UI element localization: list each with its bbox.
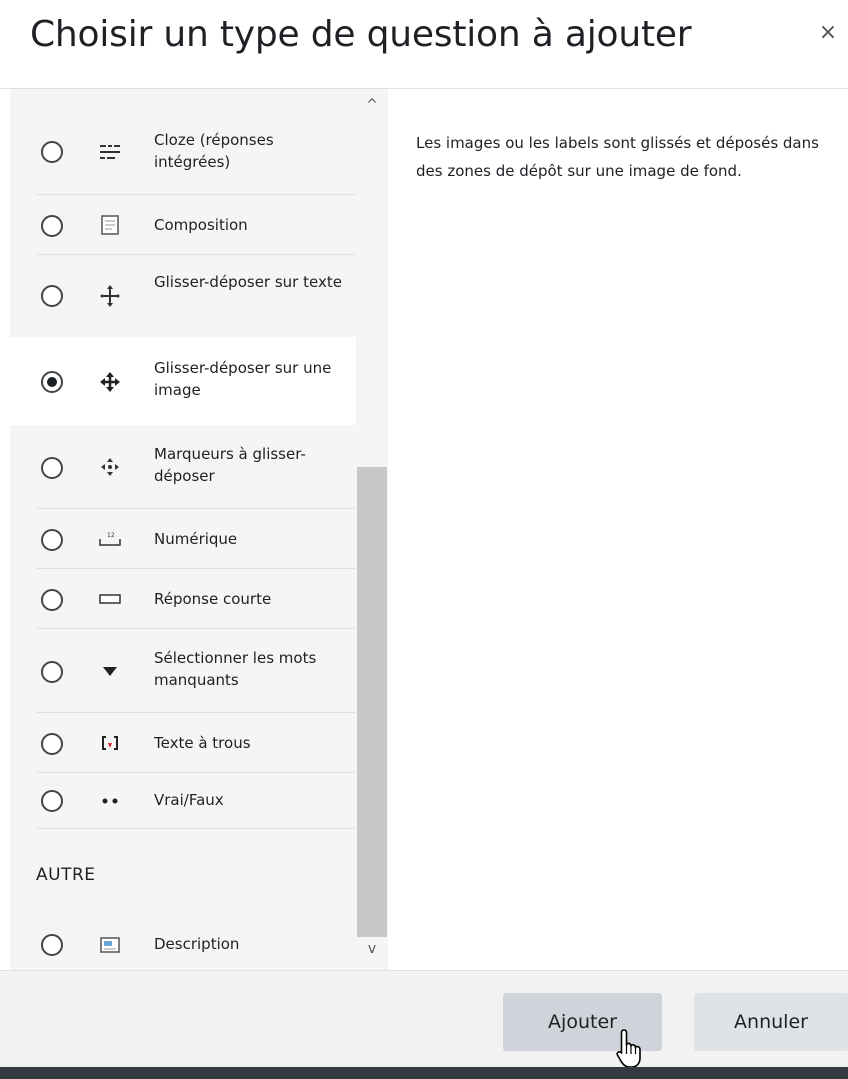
- option-label: Composition: [154, 216, 248, 234]
- radio-drag-image[interactable]: [41, 371, 63, 393]
- description-icon: [98, 933, 122, 957]
- radio-true-false[interactable]: [41, 790, 63, 812]
- scroll-up-arrow-icon[interactable]: ^: [356, 97, 388, 117]
- page-bottom-bar: [0, 1067, 848, 1079]
- option-label: Description: [154, 935, 240, 953]
- scroll-thumb[interactable]: [357, 467, 387, 937]
- radio-drag-text[interactable]: [41, 285, 63, 307]
- cloze-icon: [98, 140, 122, 164]
- option-label: Numérique: [154, 530, 238, 548]
- option-label: Glisser-déposer sur une image: [154, 359, 332, 399]
- close-button[interactable]: ×: [812, 18, 844, 48]
- option-label: Marqueurs à glisser-déposer: [154, 445, 306, 485]
- separator: [36, 828, 356, 829]
- option-composition[interactable]: Composition: [10, 195, 356, 255]
- radio-cloze[interactable]: [41, 141, 63, 163]
- short-answer-icon: [98, 587, 122, 611]
- cancel-button[interactable]: Annuler: [694, 993, 848, 1051]
- radio-drag-markers[interactable]: [41, 457, 63, 479]
- scroll-down-arrow-icon[interactable]: v: [356, 941, 388, 961]
- section-title-other: AUTRE: [36, 865, 96, 885]
- gap-fill-icon: [98, 731, 122, 755]
- radio-gap-fill[interactable]: [41, 733, 63, 755]
- option-label: Sélectionner les mots manquants: [154, 649, 317, 689]
- radio-short-answer[interactable]: [41, 589, 63, 611]
- option-label: Glisser-déposer sur texte: [154, 273, 342, 291]
- true-false-icon: [98, 789, 122, 813]
- radio-numerical[interactable]: [41, 529, 63, 551]
- option-drag-image[interactable]: Glisser-déposer sur une image: [10, 337, 356, 425]
- option-true-false[interactable]: Vrai/Faux: [10, 773, 356, 829]
- radio-description[interactable]: [41, 934, 63, 956]
- dialog-header: Choisir un type de question à ajouter ×: [0, 0, 848, 88]
- option-numerical[interactable]: 12 Numérique: [10, 509, 356, 569]
- option-label: Vrai/Faux: [154, 791, 224, 809]
- svg-text:12: 12: [107, 532, 115, 539]
- hand-pointer-cursor-icon: [616, 1029, 641, 1068]
- numerical-icon: 12: [98, 527, 122, 551]
- drag-text-icon: [98, 284, 122, 308]
- question-type-description: Les images ou les labels sont glissés et…: [416, 134, 819, 180]
- essay-icon: [98, 213, 122, 237]
- option-label: Texte à trous: [154, 734, 251, 752]
- drag-image-icon: [98, 370, 122, 394]
- dialog-title: Choisir un type de question à ajouter: [30, 14, 692, 55]
- option-short-answer[interactable]: Réponse courte: [10, 569, 356, 629]
- option-label: Cloze (réponses intégrées): [154, 131, 274, 171]
- list-scrollbar[interactable]: ^ v: [356, 89, 388, 971]
- option-label: Réponse courte: [154, 590, 272, 608]
- question-type-list: Cloze (réponses intégrées) Composition G…: [10, 89, 356, 971]
- dialog-footer: Ajouter Annuler: [0, 970, 848, 1079]
- drag-markers-icon: [98, 455, 122, 479]
- question-type-list-pane: Cloze (réponses intégrées) Composition G…: [10, 89, 388, 971]
- option-select-missing-words[interactable]: Sélectionner les mots manquants: [10, 629, 356, 713]
- option-gap-fill[interactable]: Texte à trous: [10, 713, 356, 773]
- dialog-body: Cloze (réponses intégrées) Composition G…: [0, 88, 848, 971]
- dropdown-icon: [98, 659, 122, 683]
- option-drag-text[interactable]: Glisser-déposer sur texte: [10, 255, 356, 337]
- option-description[interactable]: Description: [10, 917, 356, 971]
- option-cloze[interactable]: Cloze (réponses intégrées): [10, 107, 356, 195]
- radio-select-missing-words[interactable]: [41, 661, 63, 683]
- option-drag-markers[interactable]: Marqueurs à glisser-déposer: [10, 425, 356, 509]
- radio-composition[interactable]: [41, 215, 63, 237]
